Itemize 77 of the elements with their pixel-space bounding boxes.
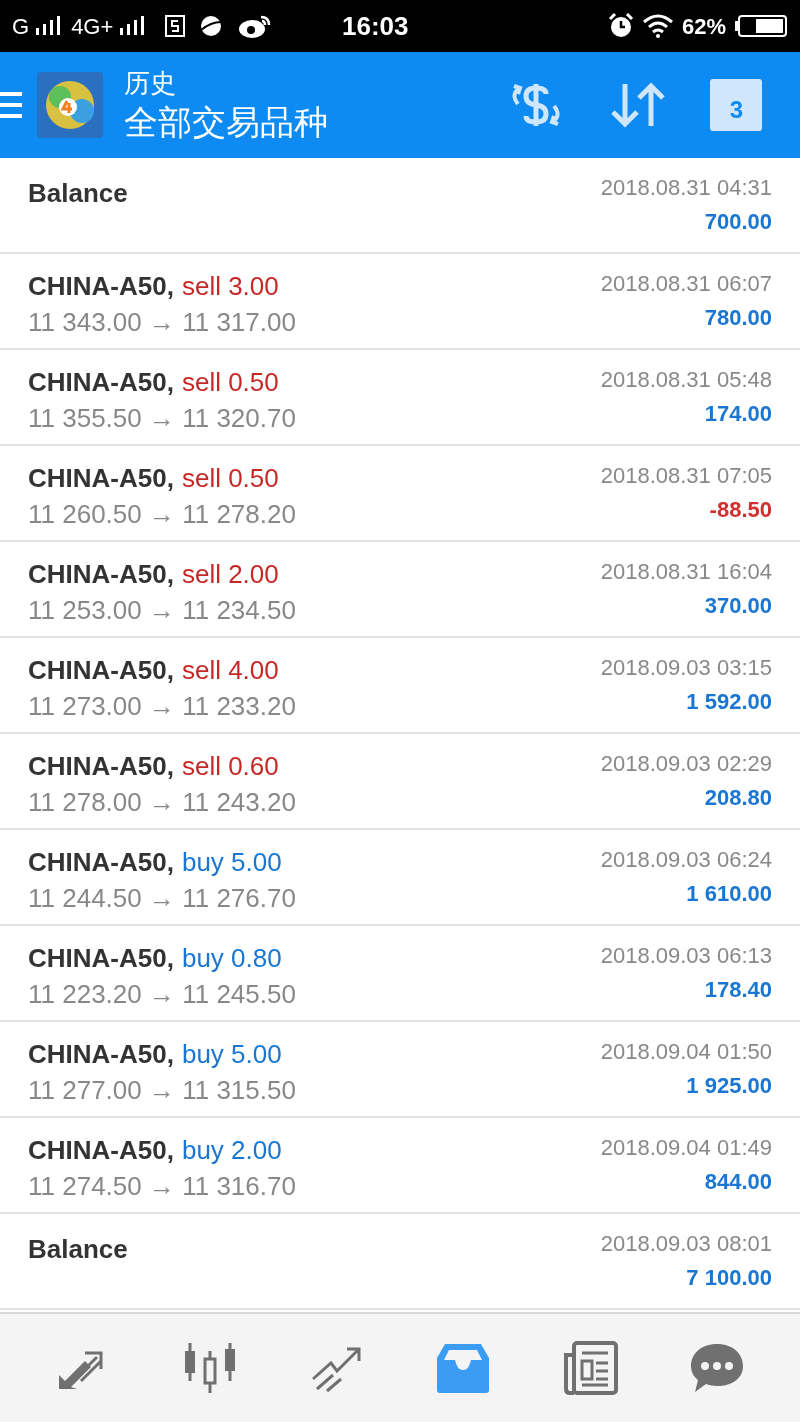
order-label: buy 0.80: [181, 942, 282, 974]
price-range: 11 223.20 → 11 245.50: [28, 978, 296, 1010]
signal-icon: [35, 16, 62, 36]
alarm-icon: [607, 13, 634, 39]
sim-icon: [165, 15, 186, 37]
profit-amount: 174.00: [704, 400, 772, 428]
clock-time: 16:03: [342, 9, 410, 43]
network-label: 4G+: [71, 12, 114, 41]
order-label: sell 0.50: [181, 366, 279, 398]
symbol-label: CHINA-A50,: [28, 1038, 174, 1070]
date-time: 2018.09.04 01:50: [600, 1038, 772, 1066]
symbol-label: CHINA-A50,: [28, 270, 174, 302]
profit-amount: 700.00: [704, 208, 772, 236]
symbol-label: CHINA-A50,: [28, 750, 174, 782]
menu-icon[interactable]: [0, 90, 22, 120]
profit-amount: 7 100.00: [686, 1264, 772, 1292]
calendar-button[interactable]: 3: [710, 79, 763, 131]
price-range: 11 244.50 → 11 276.70: [28, 882, 296, 914]
order-label: sell 2.00: [181, 558, 279, 590]
signal-icon: [119, 16, 146, 36]
date-time: 2018.08.31 07:05: [600, 462, 772, 490]
date-time: 2018.09.03 03:15: [600, 654, 772, 682]
date-time: 2018.08.31 05:48: [600, 366, 772, 394]
date-time: 2018.09.03 06:13: [600, 942, 772, 970]
profit-amount: 1 610.00: [686, 880, 772, 908]
wifi-icon: [641, 14, 674, 38]
order-label: sell 0.50: [181, 462, 279, 494]
inbox-icon: [435, 1342, 492, 1394]
price-range: 11 274.50 → 11 316.70: [28, 1170, 296, 1202]
symbol-label: CHINA-A50,: [28, 846, 174, 878]
chat-icon: [688, 1342, 745, 1394]
order-label: sell 4.00: [181, 654, 279, 686]
candlestick-icon: [182, 1341, 238, 1395]
sort-icon[interactable]: [609, 80, 667, 130]
date-time: 2018.09.03 08:01: [600, 1230, 772, 1258]
balance-label: Balance: [28, 177, 128, 210]
price-range: 11 273.00 → 11 233.20: [28, 690, 296, 722]
symbol-label: CHINA-A50,: [28, 654, 174, 686]
planet-icon: [199, 14, 224, 38]
price-range: 11 355.50 → 11 320.70: [28, 402, 296, 434]
order-label: buy 5.00: [181, 846, 282, 878]
date-time: 2018.08.31 16:04: [600, 558, 772, 586]
profit-amount: 178.40: [704, 976, 772, 1004]
newspaper-icon: [561, 1341, 618, 1395]
profit-amount: 844.00: [704, 1168, 772, 1196]
symbol-label: CHINA-A50,: [28, 1134, 174, 1166]
price-range: 11 278.00 → 11 243.20: [28, 786, 296, 818]
profit-amount: 780.00: [704, 304, 772, 332]
symbol-label: CHINA-A50,: [28, 558, 174, 590]
date-time: 2018.09.03 06:24: [600, 846, 772, 874]
order-label: sell 3.00: [181, 270, 279, 302]
profit-amount: -88.50: [709, 496, 772, 524]
battery-percent: 62%: [681, 12, 726, 41]
app-logo-icon: [36, 71, 104, 139]
price-range: 11 253.00 → 11 234.50: [28, 594, 296, 626]
date-time: 2018.09.04 01:49: [600, 1134, 772, 1162]
symbol-label: CHINA-A50,: [28, 942, 174, 974]
screen-subtitle: 全部交易品种: [124, 102, 329, 143]
profit-amount: 208.80: [704, 784, 772, 812]
order-label: buy 2.00: [181, 1134, 282, 1166]
symbol-label: CHINA-A50,: [28, 366, 174, 398]
profit-amount: 1 592.00: [686, 688, 772, 716]
price-range: 11 343.00 → 11 317.00: [28, 306, 296, 338]
balance-label: Balance: [28, 1233, 128, 1266]
price-range: 11 260.50 → 11 278.20: [28, 498, 296, 530]
profit-amount: 1 925.00: [686, 1072, 772, 1100]
date-time: 2018.09.03 02:29: [600, 750, 772, 778]
symbol-label: CHINA-A50,: [28, 462, 174, 494]
screen-title: 历史: [124, 67, 177, 100]
network-label: G: [12, 12, 30, 41]
price-range: 11 277.00 → 11 315.50: [28, 1074, 296, 1106]
date-time: 2018.08.31 06:07: [600, 270, 772, 298]
order-label: sell 0.60: [181, 750, 279, 782]
date-time: 2018.08.31 04:31: [600, 174, 772, 202]
profit-amount: 370.00: [704, 592, 772, 620]
battery-icon: [734, 14, 788, 38]
order-label: buy 5.00: [181, 1038, 282, 1070]
